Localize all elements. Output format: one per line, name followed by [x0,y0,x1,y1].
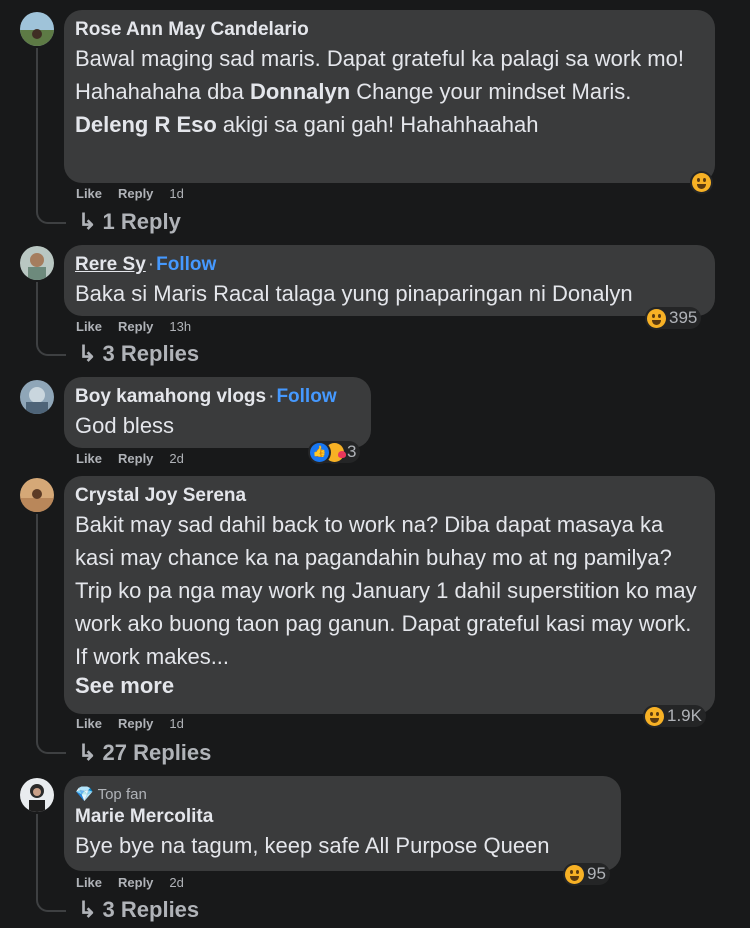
reply-button[interactable]: Reply [118,875,153,890]
timestamp[interactable]: 1d [169,716,183,731]
follow-button[interactable]: Follow [276,386,336,407]
reaction-summary[interactable]: 395 [645,307,702,329]
avatar[interactable] [20,478,54,512]
author-name[interactable]: Boy kamahong vlogs [75,386,266,407]
haha-icon [645,706,664,726]
reaction-summary[interactable]: 👍 3 [308,441,361,463]
comment-bubble: Rose Ann May Candelario Bawal maging sad… [64,10,715,183]
author-name[interactable]: Rere Sy [75,254,146,275]
comment-bubble: Rere Sy · Follow Baka si Maris Racal talag… [64,245,715,316]
author-name[interactable]: Rose Ann May Candelario [75,18,703,42]
top-fan-badge: 💎 Top fan [75,786,147,803]
haha-icon [565,864,584,884]
like-button[interactable]: Like [76,319,102,334]
comment-text: Bye bye na tagum, keep safe All Purpose … [75,833,550,858]
view-replies-button[interactable]: ↳ 1 Reply [78,209,181,235]
comment-actions: Like Reply 13h [76,319,207,334]
timestamp[interactable]: 2d [169,451,183,466]
comment-text: Baka si Maris Racal talaga yung pinapari… [75,281,633,306]
reaction-summary[interactable] [690,172,713,193]
avatar[interactable] [20,246,54,280]
reaction-summary[interactable]: 1.9K [643,705,706,727]
reply-button[interactable]: Reply [118,186,153,201]
comment-bubble: Boy kamahong vlogs · Follow God bless [64,377,371,448]
avatar[interactable] [20,380,54,414]
avatar[interactable] [20,12,54,46]
mention-donnalyn[interactable]: Donnalyn [250,79,350,104]
reply-arrow-icon: ↳ [78,897,103,922]
comment-actions: Like Reply 2d [76,451,200,466]
see-more-link[interactable]: See more [75,673,703,699]
diamond-icon: 💎 [75,786,94,803]
reply-button[interactable]: Reply [118,451,153,466]
like-button[interactable]: Like [76,451,102,466]
comment-actions: Like Reply 1d [76,716,200,731]
follow-button[interactable]: Follow [156,254,216,275]
comment-bubble: Crystal Joy Serena Bakit may sad dahil b… [64,476,715,714]
reply-button[interactable]: Reply [118,716,153,731]
reply-arrow-icon: ↳ [78,740,103,765]
like-reaction-icon: 👍 [310,442,329,462]
comment-actions: Like Reply 2d [76,875,200,890]
haha-icon [647,308,666,328]
timestamp[interactable]: 1d [169,186,183,201]
reply-button[interactable]: Reply [118,319,153,334]
comment-actions: Like Reply 1d [76,186,200,201]
like-button[interactable]: Like [76,186,102,201]
haha-icon [692,173,711,192]
comment-text: God bless [75,413,175,438]
comment-text: Bawal maging sad maris. Dapat grateful k… [75,46,684,137]
reply-arrow-icon: ↳ [78,209,103,234]
timestamp[interactable]: 13h [169,319,191,334]
author-name[interactable]: Crystal Joy Serena [75,484,703,508]
like-button[interactable]: Like [76,716,102,731]
view-replies-button[interactable]: ↳ 27 Replies [78,740,211,766]
comment-bubble: 💎 Top fan Marie Mercolita Bye bye na tag… [64,776,621,871]
view-replies-button[interactable]: ↳ 3 Replies [78,341,199,367]
view-replies-button[interactable]: ↳ 3 Replies [78,897,199,923]
author-name[interactable]: Marie Mercolita [75,805,609,829]
comment-text: Bakit may sad dahil back to work na? Dib… [75,512,697,669]
avatar[interactable] [20,778,54,812]
reply-arrow-icon: ↳ [78,341,103,366]
like-button[interactable]: Like [76,875,102,890]
timestamp[interactable]: 2d [169,875,183,890]
reaction-summary[interactable]: 95 [563,863,610,885]
mention-deleng[interactable]: Deleng R Eso [75,112,217,137]
